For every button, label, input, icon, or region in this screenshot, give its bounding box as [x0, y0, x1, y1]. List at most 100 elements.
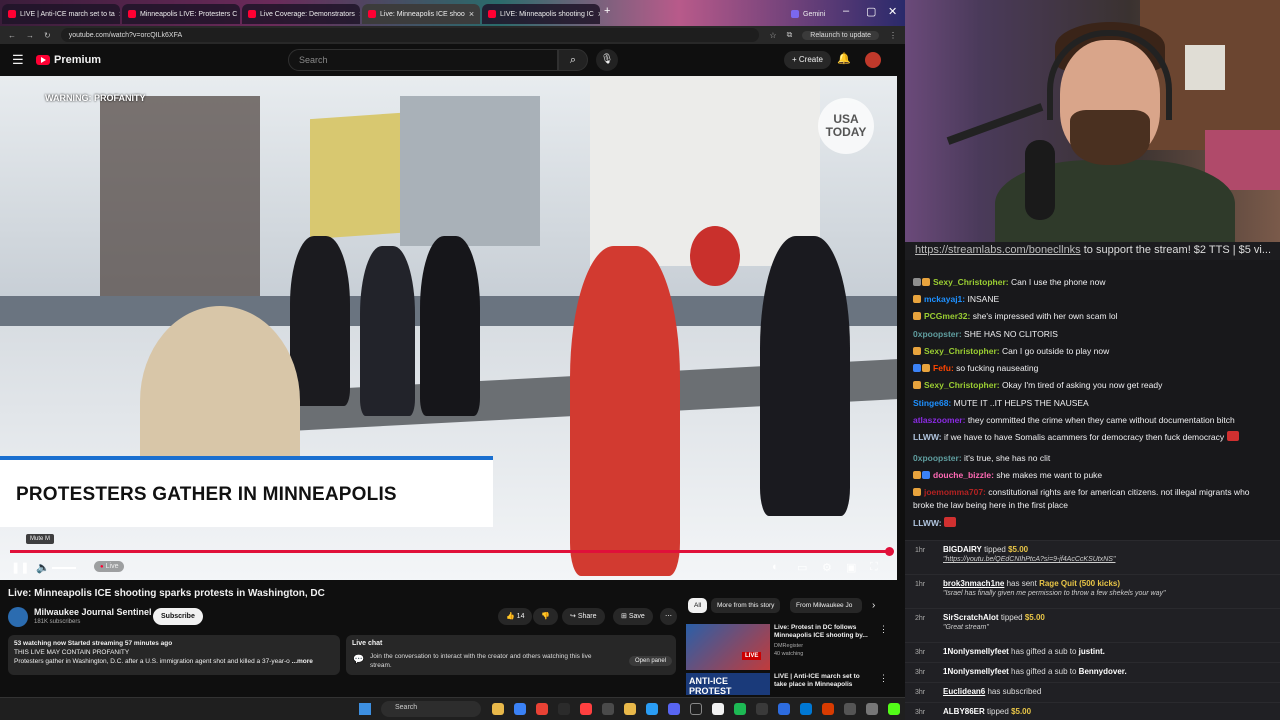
description-more-link[interactable]: ...more: [292, 658, 313, 665]
settings-gear-icon[interactable]: ⚙: [822, 561, 832, 574]
emote-icon: [1226, 431, 1239, 441]
app-icon[interactable]: [844, 703, 856, 715]
chip-all[interactable]: All: [688, 598, 708, 613]
create-button[interactable]: + Create: [784, 51, 831, 69]
save-button[interactable]: ⊞ Save: [613, 608, 653, 625]
chat-banner: https://streamlabs.com/bonecllnks to sup…: [905, 242, 1280, 260]
more-actions-icon[interactable]: ⋯: [660, 608, 677, 625]
forward-icon[interactable]: →: [26, 31, 34, 40]
search-icon[interactable]: ⌕: [558, 49, 588, 71]
bookmark-star-icon[interactable]: ☆: [769, 31, 776, 40]
youtube-play-icon: [36, 55, 50, 65]
channel-avatar[interactable]: [8, 607, 28, 627]
hamburger-menu-icon[interactable]: ☰: [12, 52, 24, 68]
lower-third-text: PROTESTERS GATHER IN MINNEAPOLIS: [16, 484, 397, 505]
app-icon[interactable]: [756, 703, 768, 715]
volume-slider[interactable]: [52, 567, 76, 569]
volume-icon[interactable]: 🔈: [36, 561, 50, 574]
search-input[interactable]: Search: [288, 49, 558, 71]
browser-tab[interactable]: LIVE: Minneapolis shooting IC×: [482, 4, 600, 24]
save-icon: ⊞: [621, 613, 627, 620]
recommendation-menu-icon[interactable]: ⋮: [879, 624, 888, 635]
description-box[interactable]: 53 watching now Started streaming 57 min…: [8, 635, 340, 675]
like-button[interactable]: 👍 14: [498, 608, 533, 625]
close-window-icon[interactable]: ✕: [888, 5, 897, 18]
maximize-icon[interactable]: ▢: [866, 5, 876, 18]
video-frame-person: [570, 246, 680, 576]
app-icon[interactable]: [778, 703, 790, 715]
obs-icon[interactable]: [602, 703, 614, 715]
chat-message: atlaszoomer: they committed the crime wh…: [913, 415, 1235, 425]
app-icon[interactable]: [580, 703, 592, 715]
windows-start-icon[interactable]: [359, 703, 371, 715]
close-tab-icon[interactable]: ×: [359, 9, 360, 19]
account-avatar[interactable]: [865, 52, 881, 68]
subscribe-button[interactable]: Subscribe: [153, 608, 203, 625]
edge-icon[interactable]: [514, 703, 526, 715]
relaunch-button[interactable]: Relaunch to update: [802, 30, 879, 40]
kick-icon[interactable]: [888, 703, 900, 715]
recommendation-item[interactable]: LIVE Live: Protest in DC follows Minneap…: [686, 624, 888, 670]
chrome-icon[interactable]: [536, 703, 548, 715]
pause-icon[interactable]: ❚❚: [11, 561, 29, 574]
miniplayer-icon[interactable]: ▣: [846, 561, 856, 574]
youtube-favicon-icon: [248, 10, 256, 18]
progress-bar[interactable]: [10, 547, 894, 556]
open-panel-button[interactable]: Open panel: [629, 656, 673, 666]
app-icon[interactable]: [800, 703, 812, 715]
close-tab-icon[interactable]: ×: [469, 9, 474, 19]
close-tab-icon[interactable]: ×: [119, 9, 120, 19]
channel-name[interactable]: Milwaukee Journal Sentinel: [34, 607, 152, 617]
chat-badge-icon: [922, 278, 930, 286]
back-icon[interactable]: ←: [8, 31, 16, 40]
recommendation-item[interactable]: ANTI-ICE PROTEST LIVE | Anti-ICE march s…: [686, 673, 888, 696]
chips-next-icon[interactable]: ›: [872, 600, 875, 611]
minimize-icon[interactable]: –: [843, 5, 849, 17]
new-tab-icon[interactable]: +: [604, 5, 610, 17]
usa-today-watermark: USA TODAY: [818, 98, 874, 154]
streamlabs-link[interactable]: https://streamlabs.com/bonecllnks: [915, 244, 1081, 256]
captions-icon[interactable]: ▭: [797, 561, 807, 574]
chip-from-channel[interactable]: From Milwaukee Jo: [790, 598, 862, 613]
youtube-logo[interactable]: Premium: [36, 54, 101, 66]
browser-tab[interactable]: Gemini: [785, 4, 837, 24]
share-button[interactable]: ↪ Share: [562, 608, 605, 625]
app-icon[interactable]: [558, 703, 570, 715]
autoplay-toggle-icon[interactable]: ◐: [772, 561, 779, 573]
microphone-icon[interactable]: 🎙: [596, 49, 618, 71]
browser-tab-active[interactable]: Live: Minneapolis ICE shoo ×: [362, 4, 480, 24]
menu-dots-icon[interactable]: ⋮: [889, 31, 897, 40]
chat-badge-icon: [922, 364, 930, 372]
profanity-warning: WARNING: PROFANITY: [45, 93, 146, 103]
reload-icon[interactable]: ↻: [44, 31, 51, 40]
chip-more-from-story[interactable]: More from this story: [711, 598, 781, 613]
recommendation-menu-icon[interactable]: ⋮: [879, 673, 888, 684]
dislike-button[interactable]: 👎: [533, 608, 558, 625]
folder-icon[interactable]: [624, 703, 636, 715]
taskbar-search[interactable]: Search: [381, 701, 481, 717]
share-icon: ↪: [570, 613, 576, 620]
chat-message: Fefu: so fucking nauseating: [913, 362, 1273, 375]
fullscreen-icon[interactable]: ⛶: [870, 561, 878, 574]
spotify-icon[interactable]: [734, 703, 746, 715]
file-explorer-icon[interactable]: [492, 703, 504, 715]
close-tab-icon[interactable]: ×: [598, 9, 600, 19]
app-icon[interactable]: [866, 703, 878, 715]
app-icon[interactable]: [822, 703, 834, 715]
notifications-bell-icon[interactable]: 🔔: [837, 52, 851, 65]
chat-badge-icon: [913, 488, 921, 496]
app-icon[interactable]: [712, 703, 724, 715]
live-indicator[interactable]: Live: [94, 561, 125, 572]
url-field[interactable]: youtube.com/watch?v=orcQILk6XFA: [60, 28, 760, 42]
discord-icon[interactable]: [668, 703, 680, 715]
app-icon[interactable]: [690, 703, 702, 715]
browser-tab[interactable]: Minneapolis LIVE: Protesters C×: [122, 4, 240, 24]
video-frame-trees: [100, 96, 260, 296]
browser-tab[interactable]: LIVE | Anti-ICE march set to ta×: [2, 4, 120, 24]
recommendation-title: Live: Protest in DC follows Minneapolis …: [774, 624, 868, 639]
youtube-favicon-icon: [8, 10, 16, 18]
telegram-icon[interactable]: [646, 703, 658, 715]
video-player[interactable]: WARNING: PROFANITY USA TODAY PROTESTERS …: [0, 76, 897, 580]
browser-tab[interactable]: Live Coverage: Demonstrators×: [242, 4, 360, 24]
extensions-icon[interactable]: ⧉: [787, 30, 793, 40]
